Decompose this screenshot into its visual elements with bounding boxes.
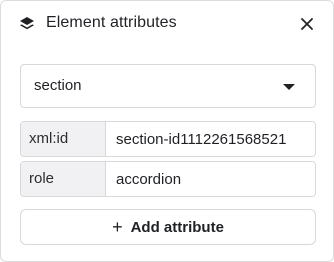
attribute-key: xml:id (21, 122, 106, 156)
caret-down-icon (283, 84, 295, 90)
element-attributes-panel: Element attributes section xml:id role +… (0, 0, 334, 262)
add-attribute-label: Add attribute (130, 218, 224, 236)
panel-header: Element attributes (1, 1, 333, 47)
element-select[interactable]: section (20, 64, 316, 108)
attribute-key: role (21, 162, 106, 196)
panel-title: Element attributes (46, 14, 177, 31)
attribute-row: xml:id (20, 121, 316, 157)
plus-icon: + (112, 217, 123, 237)
close-icon[interactable] (299, 16, 315, 32)
attribute-value-input[interactable] (106, 122, 315, 156)
attribute-row: role (20, 161, 316, 197)
attribute-value-input[interactable] (106, 162, 315, 196)
layers-icon (20, 17, 34, 30)
add-attribute-button[interactable]: + Add attribute (20, 209, 316, 245)
element-select-value: section (34, 77, 82, 94)
